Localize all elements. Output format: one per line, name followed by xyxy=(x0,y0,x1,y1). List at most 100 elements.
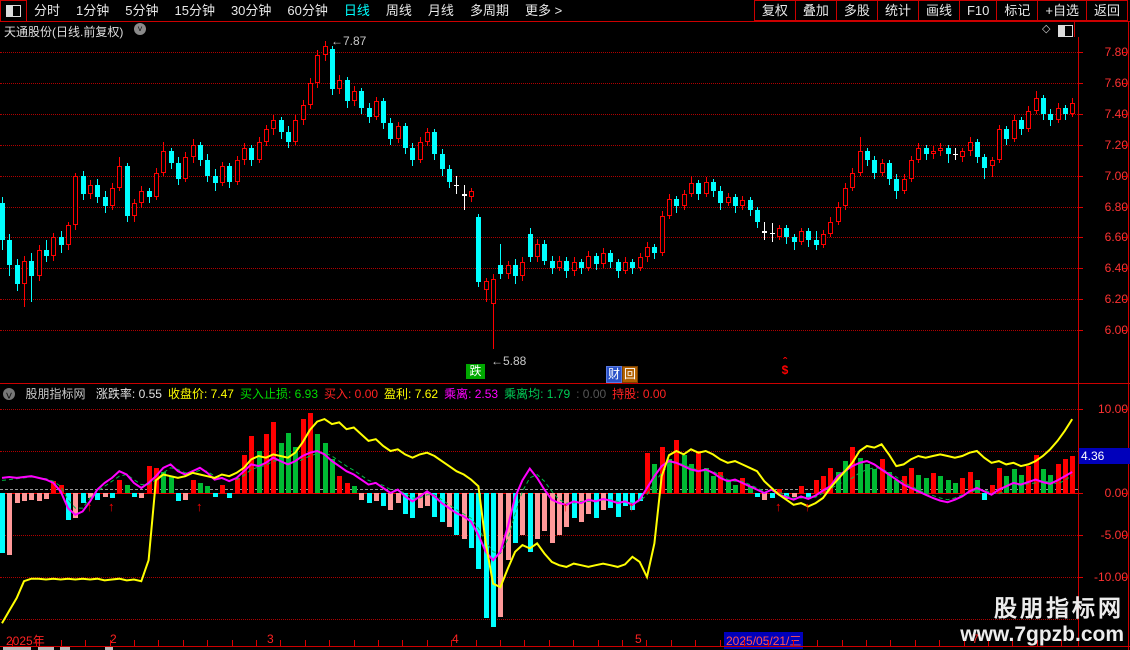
menu-period-1分钟[interactable]: 1分钟 xyxy=(68,0,117,21)
price-axis-label: 7.20 xyxy=(1104,137,1128,152)
split-window-icon[interactable] xyxy=(1058,25,1073,37)
menu-period-周线[interactable]: 周线 xyxy=(378,0,420,21)
candle xyxy=(909,160,914,179)
layout-toggle-button[interactable] xyxy=(0,0,27,22)
candle xyxy=(601,252,606,264)
candle xyxy=(550,260,555,269)
indicator-lines xyxy=(1,417,1074,624)
menu-period-15分钟[interactable]: 15分钟 xyxy=(166,0,222,21)
candle xyxy=(880,163,885,173)
candle xyxy=(689,183,694,195)
period-menu: 分时 1分钟 5分钟 15分钟 30分钟 60分钟 日线 周线 月线 多周期 更多 > xyxy=(26,0,570,21)
buy-arrow-icon: ↑ xyxy=(86,499,93,514)
candle xyxy=(257,141,262,161)
candle xyxy=(674,198,679,207)
candle xyxy=(711,181,716,192)
candle xyxy=(916,147,921,161)
candle xyxy=(410,147,415,161)
price-axis-label: 7.00 xyxy=(1104,168,1128,183)
candle xyxy=(528,234,533,258)
indicator-header: ˅ 股朋指标网 涨跌率: 0.55 收盘价: 7.47 买入止损: 6.93 买入: … xyxy=(0,385,1078,403)
buy-arrow-icon: ↑ xyxy=(562,499,569,514)
candle xyxy=(117,166,122,188)
candle xyxy=(704,181,709,195)
tool-menu: 复权 叠加 多股 统计 画线 F10 标记 +自选 返回 xyxy=(753,0,1128,21)
menu-period-日线[interactable]: 日线 xyxy=(336,0,378,21)
candle xyxy=(498,265,503,275)
menu-period-5分钟[interactable]: 5分钟 xyxy=(117,0,166,21)
main-candlestick-chart[interactable]: 7.80 7.60 7.40 7.20 7.00 6.80 6.60 6.40 6.20 6.00… xyxy=(0,34,1130,383)
chevron-down-icon[interactable]: ˅ xyxy=(134,23,146,35)
candle xyxy=(220,166,225,184)
candle xyxy=(403,126,408,148)
candle xyxy=(557,260,562,269)
menu-tool-叠加[interactable]: 叠加 xyxy=(794,0,837,21)
top-menu-bar: 分时 1分钟 5分钟 15分钟 30分钟 60分钟 日线 周线 月线 多周期 更多 > 复权 叠加 多股… xyxy=(0,0,1130,22)
menu-tool-统计[interactable]: 统计 xyxy=(876,0,919,21)
candle xyxy=(205,160,210,176)
candle xyxy=(946,147,951,154)
candle xyxy=(198,144,203,161)
price-gridline xyxy=(0,175,1078,177)
candle xyxy=(59,237,64,246)
signal-badge-die: 跌 xyxy=(466,364,485,379)
candle xyxy=(894,178,899,192)
menu-tool-画线[interactable]: 画线 xyxy=(917,0,960,21)
candle xyxy=(1041,98,1046,114)
axis-border xyxy=(1078,37,1079,646)
candle xyxy=(931,150,936,154)
menu-period-月线[interactable]: 月线 xyxy=(420,0,462,21)
price-axis-label: 7.60 xyxy=(1104,75,1128,90)
candle xyxy=(447,169,452,182)
menu-period-60分钟[interactable]: 60分钟 xyxy=(279,0,335,21)
split-window-icon xyxy=(6,5,21,17)
price-axis-label: 7.40 xyxy=(1104,106,1128,121)
candle xyxy=(872,160,877,173)
candle xyxy=(440,153,445,170)
menu-tool-返回[interactable]: 返回 xyxy=(1085,0,1128,21)
candle xyxy=(367,107,372,117)
candle xyxy=(638,257,643,269)
candle xyxy=(491,279,496,304)
menu-tool-+自选[interactable]: +自选 xyxy=(1037,0,1087,21)
candle xyxy=(147,191,152,198)
menu-period-多周期[interactable]: 多周期 xyxy=(462,0,517,21)
candle xyxy=(572,262,577,272)
indicator-field: : 0.00 xyxy=(576,387,607,401)
candle xyxy=(103,197,108,207)
date-axis-label: 3 xyxy=(267,632,274,646)
candle xyxy=(0,203,5,241)
diamond-icon[interactable]: ◇ xyxy=(1042,22,1050,35)
candle xyxy=(579,262,584,269)
candle xyxy=(95,184,100,198)
candle xyxy=(352,90,357,102)
candle xyxy=(814,240,819,246)
candle xyxy=(308,82,313,105)
candle xyxy=(132,203,137,216)
candle xyxy=(975,141,980,158)
candle xyxy=(139,191,144,204)
price-gridline xyxy=(0,330,1078,332)
candle xyxy=(623,262,628,272)
chevron-down-icon[interactable]: ˅ xyxy=(3,388,15,403)
candle xyxy=(726,197,731,204)
yellow-line xyxy=(1,417,1074,624)
candle xyxy=(630,262,635,269)
candle xyxy=(169,150,174,164)
candle xyxy=(535,243,540,258)
candle xyxy=(792,237,797,243)
menu-tool-F10[interactable]: F10 xyxy=(958,0,998,21)
menu-tool-复权[interactable]: 复权 xyxy=(753,0,796,21)
price-gridline xyxy=(0,82,1078,84)
indicator-field: 持股: 0.00 xyxy=(612,387,667,401)
menu-period-30分钟[interactable]: 30分钟 xyxy=(223,0,279,21)
menu-tool-多股[interactable]: 多股 xyxy=(835,0,878,21)
menu-period-更多 >[interactable]: 更多 > xyxy=(517,0,570,21)
price-axis-label: 6.80 xyxy=(1104,199,1128,214)
candle xyxy=(51,237,56,256)
candle xyxy=(381,101,386,124)
menu-tool-标记[interactable]: 标记 xyxy=(996,0,1039,21)
date-axis-label: 4 xyxy=(452,632,459,646)
candle xyxy=(432,132,437,154)
menu-period-分时[interactable]: 分时 xyxy=(26,0,68,21)
